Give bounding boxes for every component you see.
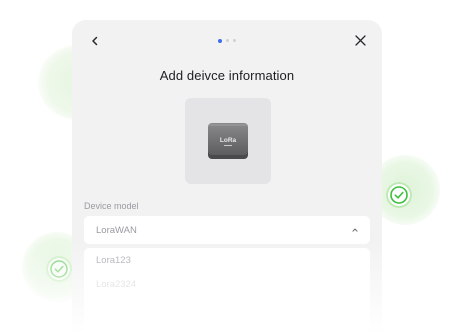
success-badge bbox=[46, 256, 72, 282]
check-icon bbox=[390, 186, 408, 204]
device-model-options: Lora123 Lora2324 bbox=[84, 248, 370, 334]
dropdown-option[interactable]: Lora123 bbox=[84, 248, 370, 272]
check-icon bbox=[50, 260, 68, 278]
chevron-up-icon bbox=[352, 228, 358, 232]
step-dot bbox=[226, 39, 229, 42]
chip-label: LoRa bbox=[220, 137, 237, 144]
close-button[interactable] bbox=[352, 32, 368, 48]
device-model-label: Device model bbox=[84, 201, 139, 211]
lora-gateway-icon: LoRa bbox=[208, 123, 248, 159]
close-icon bbox=[354, 34, 366, 46]
dropdown-option[interactable]: Lora2324 bbox=[84, 272, 370, 296]
step-dot-active bbox=[218, 38, 222, 43]
device-model-select[interactable]: LoraWAN bbox=[84, 216, 370, 244]
success-badge bbox=[386, 182, 412, 208]
step-dot bbox=[233, 39, 236, 42]
step-indicator bbox=[218, 38, 236, 43]
device-image: LoRa bbox=[185, 98, 271, 184]
device-model-selected: LoraWAN bbox=[96, 224, 137, 236]
back-button[interactable] bbox=[88, 34, 102, 48]
add-device-dialog: Add deivce information LoRa Device model… bbox=[72, 20, 382, 334]
dialog-title: Add deivce information bbox=[159, 68, 295, 83]
chevron-left-icon bbox=[92, 36, 98, 46]
